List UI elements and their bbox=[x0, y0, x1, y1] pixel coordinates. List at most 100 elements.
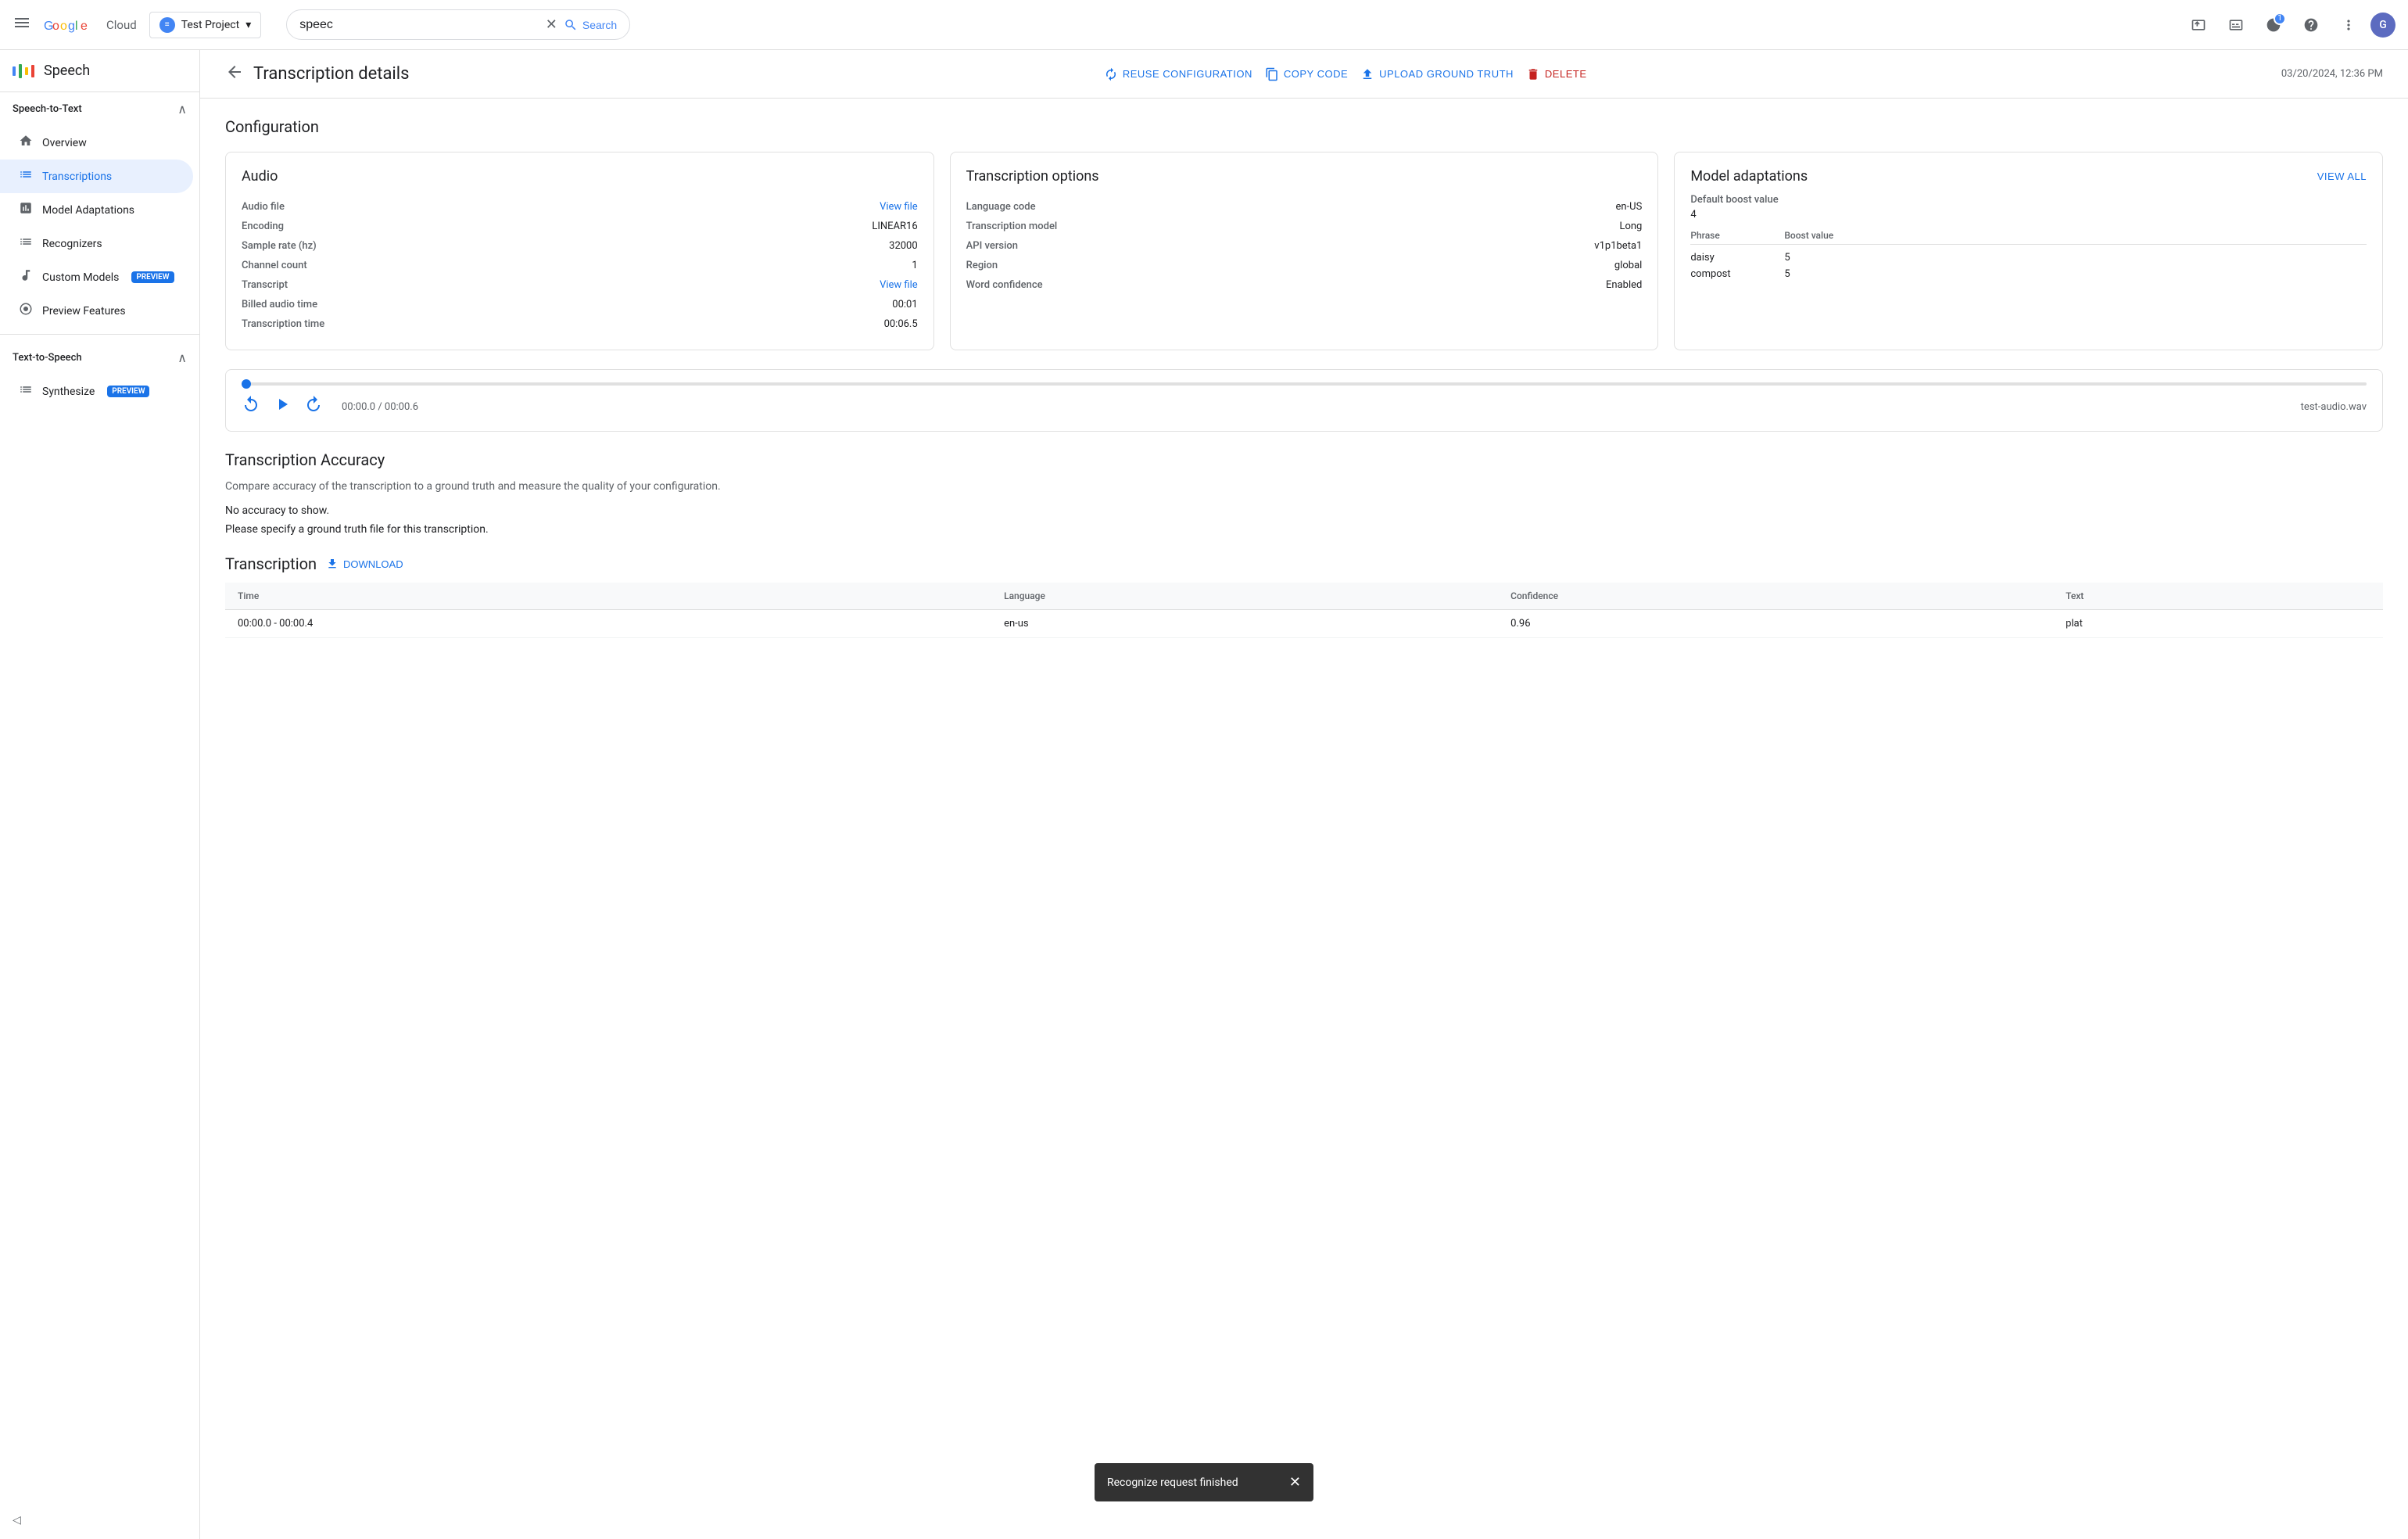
trans-label-1: Transcription model bbox=[966, 221, 1058, 232]
home-icon bbox=[19, 134, 33, 152]
sidebar-item-label: Custom Models bbox=[42, 271, 119, 284]
collapse-tts-icon[interactable]: ∧ bbox=[177, 350, 187, 365]
upload-ground-truth-label: UPLOAD GROUND TRUTH bbox=[1379, 68, 1514, 80]
play-button[interactable] bbox=[273, 395, 292, 418]
synthesize-preview-badge: PREVIEW bbox=[107, 386, 149, 397]
svg-text:l: l bbox=[75, 20, 78, 33]
sidebar-item-recognizers[interactable]: Recognizers bbox=[0, 227, 193, 260]
speech-to-text-section[interactable]: Speech-to-Text ∧ bbox=[0, 92, 199, 126]
view-all-button[interactable]: VIEW ALL bbox=[2317, 170, 2367, 182]
page-header-actions: REUSE CONFIGURATION COPY CODE UPLOAD GRO… bbox=[1104, 67, 1587, 81]
project-selector[interactable]: ≡ Test Project ▾ bbox=[149, 12, 262, 38]
sidebar-item-model-adaptations[interactable]: Model Adaptations bbox=[0, 193, 193, 227]
hamburger-icon[interactable] bbox=[13, 13, 31, 36]
trans-row-2: API version v1p1beta1 bbox=[966, 236, 1643, 256]
copy-code-button[interactable]: COPY CODE bbox=[1265, 67, 1348, 81]
page-header-left: Transcription details bbox=[225, 63, 409, 85]
search-button-label: Search bbox=[582, 19, 617, 31]
sidebar-item-custom-models[interactable]: Custom Models PREVIEW bbox=[0, 260, 193, 294]
text-to-speech-section[interactable]: Text-to-Speech ∧ bbox=[0, 341, 199, 375]
boost-value-1: 5 bbox=[1784, 268, 1831, 280]
preview-features-icon bbox=[19, 302, 33, 320]
back-button[interactable] bbox=[225, 63, 244, 85]
audio-label-0: Audio file bbox=[242, 201, 285, 213]
collapse-sidebar-btn[interactable]: ◁ bbox=[13, 1514, 21, 1526]
progress-bar[interactable] bbox=[242, 382, 2367, 386]
sidebar-item-label: Synthesize bbox=[42, 386, 95, 398]
accuracy-description: Compare accuracy of the transcription to… bbox=[225, 479, 2383, 495]
help-icon[interactable] bbox=[2295, 9, 2327, 41]
snackbar-close-button[interactable]: ✕ bbox=[1289, 1474, 1301, 1491]
rewind-button[interactable] bbox=[242, 395, 260, 418]
ground-truth-note: Please specify a ground truth file for t… bbox=[225, 523, 2383, 536]
page-timestamp: 03/20/2024, 12:36 PM bbox=[2281, 68, 2383, 80]
audio-file-link[interactable]: View file bbox=[880, 201, 918, 213]
boost-value-0: 5 bbox=[1784, 252, 1831, 264]
content-area: Configuration Audio Audio file View file… bbox=[200, 99, 2408, 657]
text-to-speech-label: Text-to-Speech bbox=[13, 352, 82, 364]
upload-ground-truth-button[interactable]: UPLOAD GROUND TRUTH bbox=[1360, 67, 1514, 81]
download-button[interactable]: DOWNLOAD bbox=[326, 558, 403, 570]
notification-icon[interactable]: 1 bbox=[2258, 9, 2289, 41]
col-language: Language bbox=[991, 583, 1498, 610]
sidebar-item-overview[interactable]: Overview bbox=[0, 126, 193, 160]
boost-table-header: Phrase Boost value bbox=[1690, 230, 2367, 245]
audio-row-3: Channel count 1 bbox=[242, 256, 918, 275]
cloud-text: Cloud bbox=[106, 18, 137, 32]
model-adaptations-header: Model adaptations VIEW ALL bbox=[1690, 168, 2367, 185]
search-clear-icon[interactable]: ✕ bbox=[546, 16, 557, 33]
project-dropdown-icon: ▾ bbox=[245, 19, 251, 31]
collapse-speech-icon[interactable]: ∧ bbox=[177, 102, 187, 117]
more-options-icon[interactable] bbox=[2333, 9, 2364, 41]
audio-value-3: 1 bbox=[912, 260, 917, 271]
recognizers-icon bbox=[19, 235, 33, 253]
boost-table: Phrase Boost value daisy 5 compost 5 bbox=[1690, 230, 2367, 282]
transcription-options-card: Transcription options Language code en-U… bbox=[950, 152, 1659, 350]
transcript-link[interactable]: View file bbox=[880, 279, 918, 291]
user-avatar[interactable]: G bbox=[2370, 13, 2395, 38]
svg-text:o: o bbox=[52, 20, 59, 33]
trans-label-2: API version bbox=[966, 240, 1018, 252]
sidebar-item-label: Recognizers bbox=[42, 238, 102, 250]
search-button[interactable]: Search bbox=[564, 18, 617, 32]
boost-row-1: compost 5 bbox=[1690, 266, 2367, 282]
model-adaptations-icon bbox=[19, 201, 33, 219]
reuse-configuration-button[interactable]: REUSE CONFIGURATION bbox=[1104, 67, 1252, 81]
audio-row-4: Transcript View file bbox=[242, 275, 918, 295]
trans-value-1: Long bbox=[1619, 221, 1642, 232]
project-icon: ≡ bbox=[159, 17, 175, 33]
audio-value-6: 00:06.5 bbox=[884, 318, 918, 330]
terminal-icon[interactable] bbox=[2183, 9, 2214, 41]
forward-button[interactable] bbox=[304, 395, 323, 418]
google-cloud-logo: G o o g l e Cloud bbox=[44, 16, 137, 34]
cloud-shell-icon[interactable] bbox=[2220, 9, 2252, 41]
table-header: Time Language Confidence Text bbox=[225, 583, 2383, 610]
sidebar-item-label: Overview bbox=[42, 137, 87, 149]
table-row: 00:00.0 - 00:00.4 en-us 0.96 plat bbox=[225, 610, 2383, 638]
app-logo: Speech bbox=[0, 50, 199, 92]
trans-value-0: en-US bbox=[1616, 201, 1643, 213]
trans-label-0: Language code bbox=[966, 201, 1036, 213]
audio-row-6: Transcription time 00:06.5 bbox=[242, 314, 918, 334]
sidebar: Speech Speech-to-Text ∧ Overview Transcr… bbox=[0, 50, 200, 1539]
progress-thumb[interactable] bbox=[242, 379, 251, 389]
sidebar-item-transcriptions[interactable]: Transcriptions bbox=[0, 160, 193, 193]
delete-button[interactable]: DELETE bbox=[1526, 67, 1587, 81]
project-name: Test Project bbox=[181, 19, 239, 31]
speech-logo-icon bbox=[13, 64, 34, 78]
sidebar-item-label: Transcriptions bbox=[42, 170, 112, 183]
sidebar-item-synthesize[interactable]: Synthesize PREVIEW bbox=[0, 375, 193, 408]
model-adaptations-card: Model adaptations VIEW ALL Default boost… bbox=[1674, 152, 2383, 350]
speech-to-text-label: Speech-to-Text bbox=[13, 103, 82, 115]
time-display: 00:00.0 / 00:00.6 bbox=[342, 401, 418, 413]
sidebar-item-preview-features[interactable]: Preview Features bbox=[0, 294, 193, 328]
accuracy-section: Transcription Accuracy Compare accuracy … bbox=[225, 450, 2383, 536]
trans-value-2: v1p1beta1 bbox=[1594, 240, 1642, 252]
audio-progress[interactable] bbox=[242, 382, 2367, 386]
search-input[interactable] bbox=[299, 18, 539, 32]
cell-confidence: 0.96 bbox=[1498, 610, 2053, 638]
transcription-title: Transcription bbox=[225, 554, 317, 573]
main-content: Transcription details REUSE CONFIGURATIO… bbox=[200, 50, 2408, 1539]
audio-player: 00:00.0 / 00:00.6 test-audio.wav bbox=[225, 369, 2383, 432]
cell-time: 00:00.0 - 00:00.4 bbox=[225, 610, 991, 638]
